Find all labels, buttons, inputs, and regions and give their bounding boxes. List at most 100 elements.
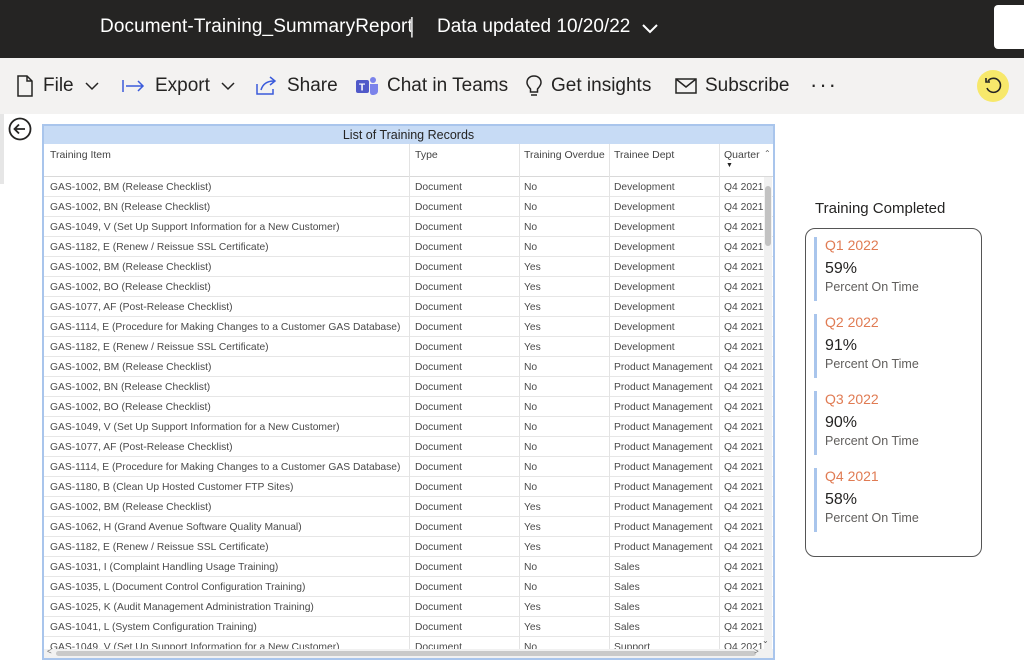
cell-type: Document xyxy=(415,622,462,633)
scroll-up-icon[interactable]: ⌃ xyxy=(764,149,771,158)
teams-icon: T xyxy=(356,77,378,95)
file-label: File xyxy=(43,75,74,96)
cell-type: Document xyxy=(415,182,462,193)
quarter-metric: Q1 2022 59% Percent On Time xyxy=(814,237,974,301)
cell-trainee-dept: Development xyxy=(614,262,675,273)
percent-caption: Percent On Time xyxy=(825,280,919,294)
column-header-trainee-dept[interactable]: Trainee Dept xyxy=(614,149,674,161)
cell-training-item: GAS-1114, E (Procedure for Making Change… xyxy=(50,322,401,333)
cell-training-item: GAS-1077, AF (Post-Release Checklist) xyxy=(50,302,233,313)
cell-type: Document xyxy=(415,302,462,313)
cell-training-overdue: No xyxy=(524,422,538,433)
share-button[interactable]: Share xyxy=(255,58,338,114)
cell-training-item: GAS-1062, H (Grand Avenue Software Quali… xyxy=(50,522,302,533)
training-completed-card[interactable]: Q1 2022 59% Percent On Time Q2 2022 91% … xyxy=(805,228,982,557)
cell-trainee-dept: Development xyxy=(614,322,675,333)
cell-quarter: Q4 2021 xyxy=(724,362,764,373)
cell-training-item: GAS-1114, E (Procedure for Making Change… xyxy=(50,462,401,473)
lightbulb-icon xyxy=(526,75,542,96)
cell-training-overdue: Yes xyxy=(524,282,541,293)
file-icon xyxy=(17,75,33,97)
vertical-scrollbar[interactable] xyxy=(764,177,772,650)
cell-training-overdue: Yes xyxy=(524,522,541,533)
horizontal-scroll-thumb[interactable] xyxy=(56,651,756,656)
cell-trainee-dept: Development xyxy=(614,182,675,193)
percent-value: 90% xyxy=(825,414,858,431)
cell-type: Document xyxy=(415,602,462,613)
cell-trainee-dept: Product Management xyxy=(614,402,713,413)
export-menu[interactable]: Export xyxy=(121,58,236,114)
column-header-training-overdue[interactable]: Training Overdue xyxy=(524,149,605,161)
cell-type: Document xyxy=(415,342,462,353)
cell-trainee-dept: Product Management xyxy=(614,462,713,473)
sort-descending-icon: ▼ xyxy=(726,162,733,169)
cell-training-item: GAS-1182, E (Renew / Reissue SSL Certifi… xyxy=(50,242,269,253)
cell-training-overdue: Yes xyxy=(524,602,541,613)
scroll-left-icon[interactable]: < xyxy=(47,647,52,656)
cell-trainee-dept: Product Management xyxy=(614,522,713,533)
window-control[interactable] xyxy=(994,5,1024,49)
cell-training-item: GAS-1002, BO (Release Checklist) xyxy=(50,402,211,413)
cell-training-overdue: Yes xyxy=(524,342,541,353)
get-insights-button[interactable]: Get insights xyxy=(525,58,651,114)
column-header-quarter[interactable]: Quarter xyxy=(724,149,760,161)
quarter-label: Q3 2022 xyxy=(825,391,879,407)
cell-training-item: GAS-1182, E (Renew / Reissue SSL Certifi… xyxy=(50,542,269,553)
cell-quarter: Q4 2021 xyxy=(724,542,764,553)
cell-training-overdue: No xyxy=(524,482,538,493)
back-arrow-icon[interactable] xyxy=(8,117,32,141)
cell-training-overdue: No xyxy=(524,182,538,193)
chat-in-teams-label: Chat in Teams xyxy=(387,75,509,96)
cell-type: Document xyxy=(415,442,462,453)
scroll-right-icon[interactable]: > xyxy=(754,647,759,656)
export-label: Export xyxy=(155,75,210,96)
cell-type: Document xyxy=(415,482,462,493)
cell-training-item: GAS-1002, BN (Release Checklist) xyxy=(50,202,211,213)
percent-caption: Percent On Time xyxy=(825,511,919,525)
cell-training-overdue: No xyxy=(524,242,538,253)
cell-training-item: GAS-1049, V (Set Up Support Information … xyxy=(50,222,340,233)
quarter-metric: Q2 2022 91% Percent On Time xyxy=(814,314,974,378)
subscribe-button[interactable]: Subscribe xyxy=(675,58,790,114)
cell-type: Document xyxy=(415,242,462,253)
cell-training-item: GAS-1031, I (Complaint Handling Usage Tr… xyxy=(50,562,279,573)
training-records-table[interactable]: List of Training Records Training Item T… xyxy=(42,124,775,660)
cell-training-item: GAS-1049, V (Set Up Support Information … xyxy=(50,422,340,433)
reset-button[interactable] xyxy=(977,70,1009,102)
chevron-down-icon[interactable] xyxy=(640,18,660,38)
chat-in-teams-button[interactable]: T Chat in Teams xyxy=(355,58,508,114)
export-arrow-icon xyxy=(122,80,145,92)
cell-quarter: Q4 2021 xyxy=(724,522,764,533)
cell-training-item: GAS-1025, K (Audit Management Administra… xyxy=(50,602,314,613)
cell-training-overdue: No xyxy=(524,462,538,473)
percent-value: 59% xyxy=(825,260,858,277)
cell-trainee-dept: Development xyxy=(614,242,675,253)
vertical-scroll-thumb[interactable] xyxy=(765,186,771,246)
cell-training-overdue: No xyxy=(524,382,538,393)
cell-type: Document xyxy=(415,202,462,213)
cell-quarter: Q4 2021 xyxy=(724,242,764,253)
cell-training-overdue: No xyxy=(524,222,538,233)
cell-quarter: Q4 2021 xyxy=(724,302,764,313)
cell-training-overdue: No xyxy=(524,362,538,373)
more-options-button[interactable]: ··· xyxy=(810,72,838,98)
cell-quarter: Q4 2021 xyxy=(724,482,764,493)
cell-type: Document xyxy=(415,562,462,573)
quarter-label: Q1 2022 xyxy=(825,237,879,253)
file-menu[interactable]: File xyxy=(15,58,100,114)
column-header-training-item[interactable]: Training Item xyxy=(50,149,111,161)
cell-quarter: Q4 2021 xyxy=(724,342,764,353)
cell-trainee-dept: Sales xyxy=(614,602,640,613)
percent-caption: Percent On Time xyxy=(825,357,919,371)
quarter-label: Q4 2021 xyxy=(825,468,879,484)
column-header-type[interactable]: Type xyxy=(415,149,438,161)
cell-quarter: Q4 2021 xyxy=(724,262,764,273)
scroll-down-icon[interactable]: ⌄ xyxy=(762,636,769,645)
cell-trainee-dept: Development xyxy=(614,282,675,293)
cell-training-item: GAS-1182, E (Renew / Reissue SSL Certifi… xyxy=(50,342,269,353)
cell-training-overdue: Yes xyxy=(524,302,541,313)
report-title: Document-Training_SummaryReport xyxy=(100,16,413,37)
cell-training-item: GAS-1002, BM (Release Checklist) xyxy=(50,502,212,513)
cell-type: Document xyxy=(415,502,462,513)
data-updated-label[interactable]: Data updated 10/20/22 xyxy=(437,16,630,38)
